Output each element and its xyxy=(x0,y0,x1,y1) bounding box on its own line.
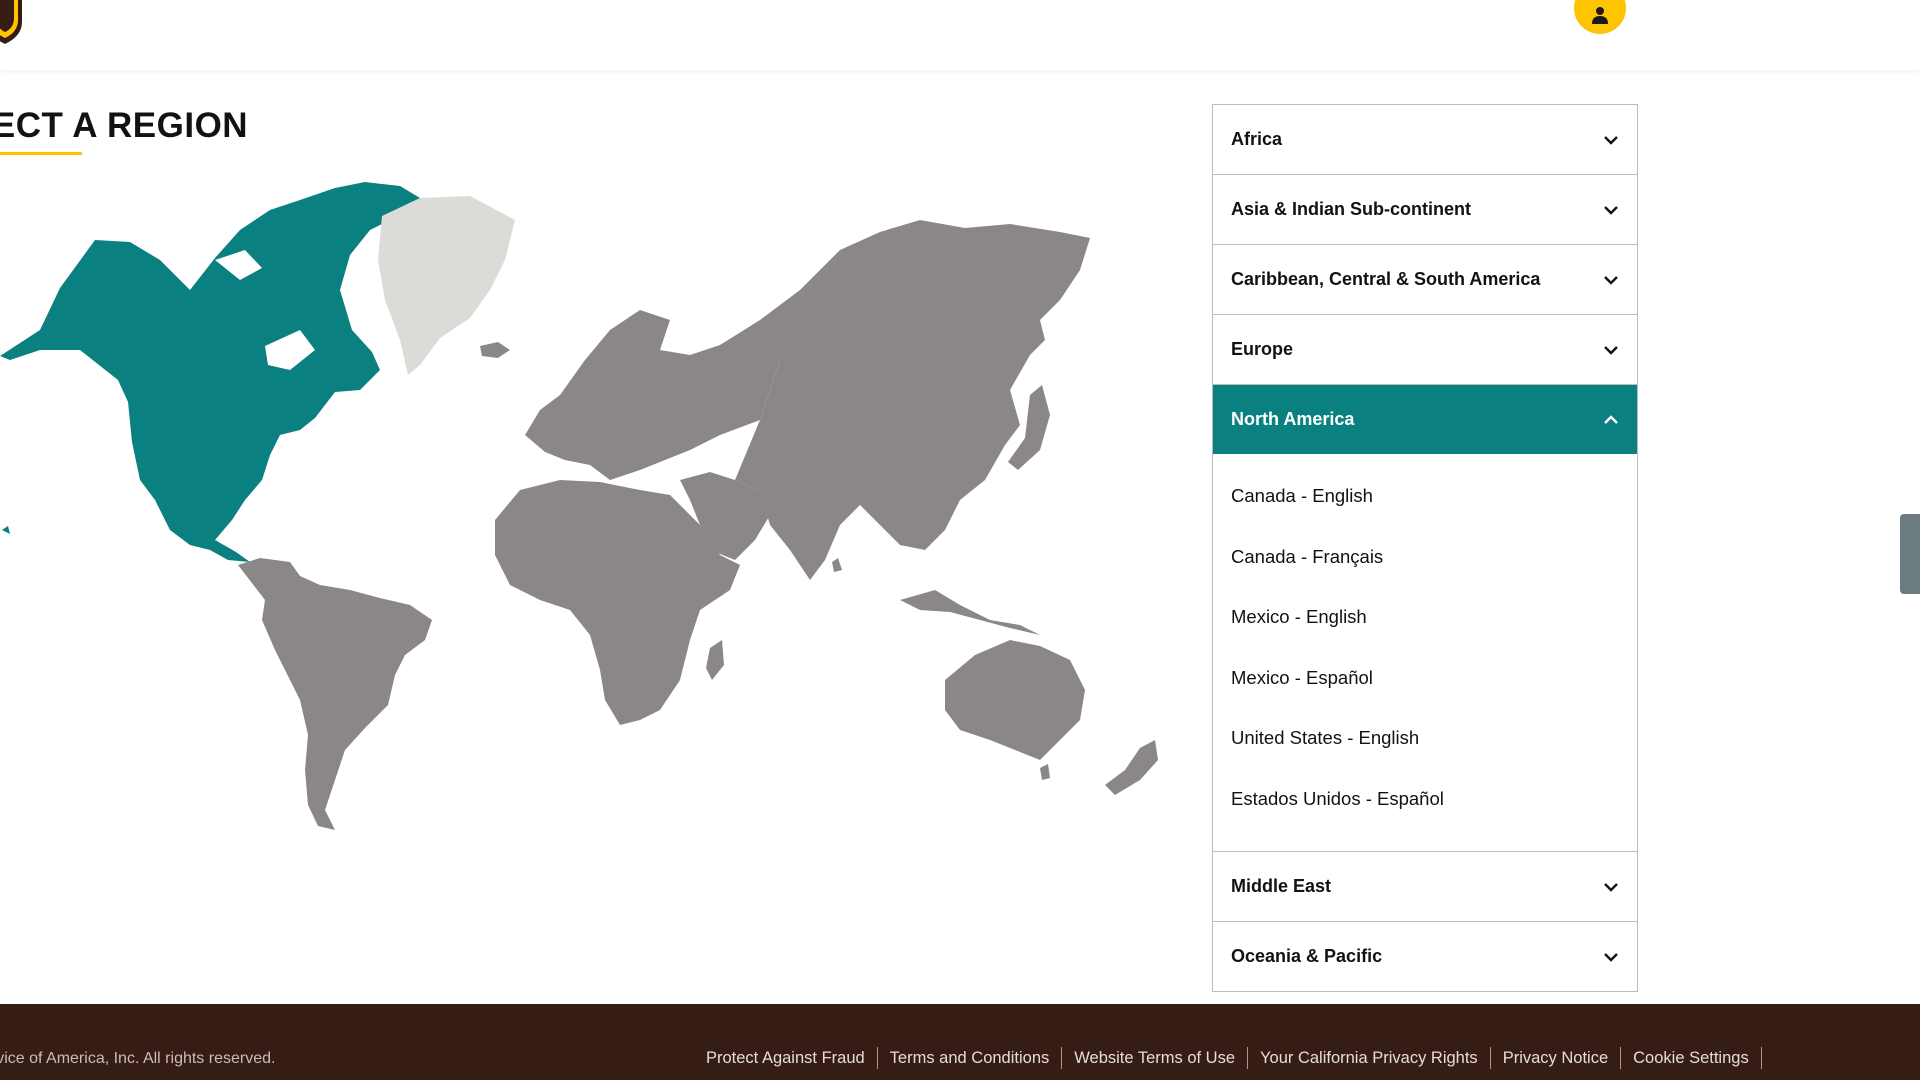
chevron-down-icon xyxy=(1604,275,1618,285)
site-footer: ervice of America, Inc. All rights reser… xyxy=(0,1004,1920,1080)
footer-links: Protect Against Fraud Terms and Conditio… xyxy=(706,1047,1762,1069)
site-header xyxy=(0,0,1920,70)
country-link-mexico-english[interactable]: Mexico - English xyxy=(1213,587,1637,648)
country-link-canada-english[interactable]: Canada - English xyxy=(1213,466,1637,527)
country-link-us-english[interactable]: United States - English xyxy=(1213,708,1637,769)
region-header-middle-east[interactable]: Middle East xyxy=(1213,852,1637,921)
chevron-down-icon xyxy=(1604,205,1618,215)
region-header-north-america[interactable]: North America xyxy=(1213,385,1637,454)
region-panel-north-america: Canada - English Canada - Français Mexic… xyxy=(1213,454,1637,851)
page-title: LECT A REGION xyxy=(0,106,249,145)
country-link-mexico-espanol[interactable]: Mexico - Español xyxy=(1213,648,1637,709)
footer-link-terms-and-conditions[interactable]: Terms and Conditions xyxy=(878,1047,1063,1069)
map-region-north-america[interactable] xyxy=(0,182,420,562)
region-label: Europe xyxy=(1231,339,1294,359)
region-accordion: Africa Asia & Indian Sub-continent Carib… xyxy=(1212,104,1638,992)
region-item-europe: Europe xyxy=(1213,315,1637,385)
region-header-asia[interactable]: Asia & Indian Sub-continent xyxy=(1213,175,1637,244)
account-avatar-button[interactable] xyxy=(1574,0,1626,34)
footer-link-privacy-notice[interactable]: Privacy Notice xyxy=(1491,1047,1622,1069)
feedback-tab[interactable] xyxy=(1900,514,1920,594)
region-item-north-america: North America Canada - English Canada - … xyxy=(1213,385,1637,852)
region-header-oceania[interactable]: Oceania & Pacific xyxy=(1213,922,1637,991)
user-icon xyxy=(1592,7,1608,24)
map-region-sri-lanka xyxy=(832,558,842,572)
region-label: Oceania & Pacific xyxy=(1231,946,1383,966)
map-region-iceland xyxy=(480,342,510,358)
region-item-asia: Asia & Indian Sub-continent xyxy=(1213,175,1637,245)
chevron-down-icon xyxy=(1604,345,1618,355)
region-item-caribbean: Caribbean, Central & South America xyxy=(1213,245,1637,315)
footer-link-protect-against-fraud[interactable]: Protect Against Fraud xyxy=(706,1047,878,1069)
region-label: North America xyxy=(1231,409,1355,429)
title-underline xyxy=(0,152,82,155)
country-link-us-espanol[interactable]: Estados Unidos - Español xyxy=(1213,769,1637,830)
region-header-europe[interactable]: Europe xyxy=(1213,315,1637,384)
region-label: Africa xyxy=(1231,129,1283,149)
region-header-africa[interactable]: Africa xyxy=(1213,105,1637,174)
region-label: Asia & Indian Sub-continent xyxy=(1231,199,1472,219)
region-item-oceania: Oceania & Pacific xyxy=(1213,922,1637,991)
map-region-oceania[interactable] xyxy=(900,590,1158,795)
chevron-down-icon xyxy=(1604,135,1618,145)
chevron-up-icon xyxy=(1604,414,1618,424)
region-label: Caribbean, Central & South America xyxy=(1231,269,1541,289)
footer-link-california-privacy[interactable]: Your California Privacy Rights xyxy=(1248,1047,1491,1069)
country-link-canada-francais[interactable]: Canada - Français xyxy=(1213,527,1637,588)
region-label: Middle East xyxy=(1231,876,1332,896)
map-region-madagascar xyxy=(706,640,724,680)
copyright-text: ervice of America, Inc. All rights reser… xyxy=(0,1050,276,1067)
footer-link-website-terms[interactable]: Website Terms of Use xyxy=(1062,1047,1249,1069)
map-region-south-america[interactable] xyxy=(238,558,432,830)
footer-link-cookie-settings[interactable]: Cookie Settings xyxy=(1621,1047,1762,1069)
region-item-africa: Africa xyxy=(1213,105,1637,175)
world-map[interactable] xyxy=(0,180,1190,830)
ups-shield-logo-icon[interactable] xyxy=(0,0,22,44)
chevron-down-icon xyxy=(1604,882,1618,892)
region-header-caribbean[interactable]: Caribbean, Central & South America xyxy=(1213,245,1637,314)
region-item-middle-east: Middle East xyxy=(1213,852,1637,922)
chevron-down-icon xyxy=(1604,952,1618,962)
